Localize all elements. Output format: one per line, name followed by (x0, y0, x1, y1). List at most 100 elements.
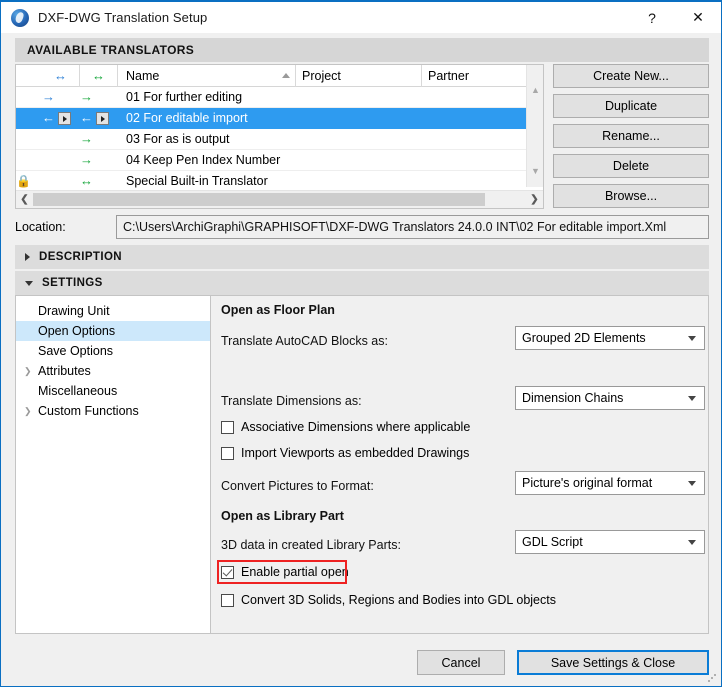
sort-ascending-icon (282, 73, 290, 78)
arrow-right-green-icon: → (80, 131, 93, 146)
row-name: 03 For as is output (126, 132, 230, 146)
table-row[interactable]: → 04 Keep Pen Index Number (16, 150, 543, 171)
import-viewports-label: Import Viewports as embedded Drawings (241, 446, 470, 460)
horizontal-scroll-thumb[interactable] (33, 193, 485, 206)
row-export-cell[interactable]: ↔ (80, 174, 118, 188)
column-header-project-label: Project (302, 68, 341, 83)
group-title-open-as-library-part: Open as Library Part (221, 509, 344, 523)
chevron-right-icon[interactable]: ❯ (24, 406, 36, 417)
dialog-footer: Cancel Save Settings & Close (1, 639, 721, 686)
table-row[interactable]: → 03 For as is output (16, 129, 543, 150)
arrow-both-green-icon: ↔ (80, 173, 93, 188)
library-3d-data-value: GDL Script (522, 535, 583, 549)
row-name: Special Built-in Translator (126, 174, 268, 188)
scroll-left-icon[interactable]: ❮ (16, 191, 33, 208)
import-action-button[interactable] (58, 112, 72, 126)
scroll-up-icon[interactable]: ▲ (527, 81, 543, 98)
row-name: 04 Keep Pen Index Number (126, 153, 281, 167)
chevron-down-icon (688, 395, 696, 401)
description-panel-toggle[interactable]: DESCRIPTION (15, 245, 709, 269)
dialog-window: DXF-DWG Translation Setup ? ✕ AVAILABLE … (0, 0, 722, 687)
chevron-right-icon[interactable]: ❯ (24, 366, 36, 377)
location-field[interactable]: C:\Users\ArchiGraphi\GRAPHISOFT\DXF-DWG … (116, 215, 709, 239)
label-library-3d-data: 3D data in created Library Parts: (221, 538, 401, 552)
tree-item-label: Open Options (38, 324, 116, 338)
enable-partial-open-label: Enable partial open (241, 565, 349, 579)
save-settings-and-close-button[interactable]: Save Settings & Close (517, 650, 709, 675)
browse-button[interactable]: Browse... (553, 184, 709, 208)
close-icon[interactable]: ✕ (675, 2, 721, 33)
translate-dimensions-select[interactable]: Dimension Chains (515, 386, 705, 410)
associative-dimensions-checkbox-row[interactable]: Associative Dimensions where applicable (221, 420, 470, 434)
column-header-export[interactable]: ↔ (80, 65, 118, 87)
settings-panel-toggle[interactable]: SETTINGS (15, 271, 709, 295)
associative-dimensions-label: Associative Dimensions where applicable (241, 420, 471, 434)
tree-item-attributes[interactable]: ❯ Attributes (16, 361, 210, 381)
column-header-name[interactable]: Name (118, 65, 296, 87)
translate-dimensions-value: Dimension Chains (522, 391, 624, 405)
description-panel-label: DESCRIPTION (39, 251, 122, 263)
table-row[interactable]: → → 01 For further editing (16, 87, 543, 108)
column-header-lock (16, 65, 42, 87)
translator-actions: Create New... Duplicate Rename... Delete… (553, 64, 709, 208)
settings-body: Drawing Unit Open Options Save Options ❯… (15, 295, 709, 634)
delete-button[interactable]: Delete (553, 154, 709, 178)
label-translate-dimensions: Translate Dimensions as: (221, 394, 362, 408)
translators-list-header: ↔ ↔ Name Project Partner (16, 65, 543, 87)
row-export-cell[interactable]: → (80, 90, 118, 104)
help-icon[interactable]: ? (629, 2, 675, 33)
import-viewports-checkbox[interactable] (221, 446, 234, 460)
column-header-partner[interactable]: Partner (422, 65, 542, 87)
row-name: 01 For further editing (126, 90, 243, 104)
row-export-cell[interactable]: → (80, 132, 118, 146)
enable-partial-open-checkbox[interactable] (221, 565, 234, 579)
column-header-project[interactable]: Project (296, 65, 422, 87)
library-3d-data-select[interactable]: GDL Script (515, 530, 705, 554)
arrow-both-blue-icon: ↔ (54, 68, 67, 83)
group-title-open-as-floor-plan: Open as Floor Plan (221, 303, 335, 317)
associative-dimensions-checkbox[interactable] (221, 420, 234, 434)
scroll-right-icon[interactable]: ❯ (526, 191, 543, 208)
row-export-cell[interactable]: → (80, 153, 118, 167)
tree-item-miscellaneous[interactable]: Miscellaneous (16, 381, 210, 401)
export-action-button[interactable] (96, 112, 110, 126)
table-row[interactable]: ← ← 02 For editable import (16, 108, 543, 129)
resize-grip[interactable] (707, 673, 717, 683)
convert-solids-checkbox-row[interactable]: Convert 3D Solids, Regions and Bodies in… (221, 593, 556, 607)
lock-icon: 🔒 (16, 174, 31, 188)
convert-solids-label: Convert 3D Solids, Regions and Bodies in… (241, 593, 556, 607)
tree-item-label: Custom Functions (38, 404, 139, 418)
translators-list[interactable]: ↔ ↔ Name Project Partner → → 01 For furt… (15, 64, 544, 209)
label-translate-blocks: Translate AutoCAD Blocks as: (221, 334, 388, 348)
tree-item-save-options[interactable]: Save Options (16, 341, 210, 361)
column-header-import[interactable]: ↔ (42, 65, 80, 87)
tree-item-drawing-unit[interactable]: Drawing Unit (16, 301, 210, 321)
arrow-left-blue-icon: ← (42, 109, 55, 125)
graphisoft-app-icon (11, 8, 29, 27)
import-viewports-checkbox-row[interactable]: Import Viewports as embedded Drawings (221, 446, 469, 460)
list-vertical-scrollbar[interactable]: ▲ ▼ (526, 65, 543, 187)
row-import-cell[interactable]: ← (42, 111, 80, 126)
scroll-down-icon[interactable]: ▼ (527, 162, 543, 179)
arrow-right-green-icon: → (80, 89, 93, 104)
row-export-cell[interactable]: ← (80, 111, 118, 126)
list-horizontal-scrollbar[interactable]: ❮ ❯ (16, 190, 543, 208)
duplicate-button[interactable]: Duplicate (553, 94, 709, 118)
settings-panel-label: SETTINGS (42, 277, 103, 289)
chevron-down-icon (688, 335, 696, 341)
cancel-button[interactable]: Cancel (417, 650, 505, 675)
settings-tree[interactable]: Drawing Unit Open Options Save Options ❯… (15, 295, 211, 634)
tree-item-open-options[interactable]: Open Options (16, 321, 210, 341)
create-new-button[interactable]: Create New... (553, 64, 709, 88)
table-row[interactable]: 🔒 ↔ Special Built-in Translator (16, 171, 543, 192)
row-import-cell[interactable]: → (42, 90, 80, 104)
convert-pictures-select[interactable]: Picture's original format (515, 471, 705, 495)
location-label: Location: (15, 220, 66, 234)
chevron-down-icon (688, 480, 696, 486)
rename-button[interactable]: Rename... (553, 124, 709, 148)
enable-partial-open-checkbox-row[interactable]: Enable partial open (221, 565, 349, 579)
translate-blocks-select[interactable]: Grouped 2D Elements (515, 326, 705, 350)
convert-solids-checkbox[interactable] (221, 593, 234, 607)
translate-blocks-value: Grouped 2D Elements (522, 331, 646, 345)
tree-item-custom-functions[interactable]: ❯ Custom Functions (16, 401, 210, 421)
